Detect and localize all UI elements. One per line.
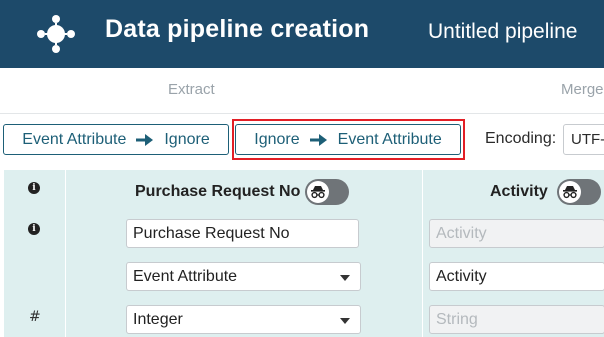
app-root: Data pipeline creation Untitled pipeline… xyxy=(0,0,604,337)
ignore-to-event-attribute-button[interactable]: Ignore Event Attribute xyxy=(235,124,461,155)
column-title: Activity xyxy=(490,183,548,200)
app-title: Data pipeline creation xyxy=(105,15,370,43)
event-attribute-to-ignore-button[interactable]: Event Attribute Ignore xyxy=(3,124,229,155)
data-type-select: String xyxy=(429,305,604,334)
column-purchase-request-no: Purchase Request No Purchase Request No … xyxy=(66,170,422,337)
column-mapping-table: i i # Purchase Request No Purchase Reque… xyxy=(0,170,604,337)
button-from-label: Event Attribute xyxy=(22,130,127,148)
info-icon[interactable]: i xyxy=(28,182,40,194)
info-icon[interactable]: i xyxy=(28,223,40,235)
button-to-label: Ignore xyxy=(164,130,210,148)
app-header: Data pipeline creation Untitled pipeline xyxy=(0,0,604,68)
attribute-type-select[interactable]: Event Attribute xyxy=(126,262,361,291)
arrow-right-icon xyxy=(309,133,327,146)
step-extract[interactable]: Extract xyxy=(168,81,215,98)
select-value: Event Attribute xyxy=(133,268,238,285)
select-value: Integer xyxy=(133,311,183,328)
caret-down-icon xyxy=(340,318,350,324)
column-activity: Activity Activity Activity String xyxy=(423,170,604,337)
data-type-select[interactable]: Integer xyxy=(126,305,361,334)
encoding-select[interactable]: UTF- xyxy=(563,124,604,155)
column-name-input[interactable]: Purchase Request No xyxy=(126,219,359,248)
row-icons-column: i i # xyxy=(4,170,65,337)
toolbar: Event Attribute Ignore Ignore Event Attr… xyxy=(0,114,604,170)
incognito-icon xyxy=(559,181,581,203)
step-merge[interactable]: Merge xyxy=(561,81,604,98)
network-logo-icon xyxy=(37,15,75,53)
button-from-label: Ignore xyxy=(254,130,300,148)
attribute-type-select[interactable]: Activity xyxy=(429,262,604,291)
button-to-label: Event Attribute xyxy=(337,130,442,148)
pipeline-name[interactable]: Untitled pipeline xyxy=(428,20,577,44)
column-name-input: Activity xyxy=(429,219,604,248)
anonymize-toggle[interactable] xyxy=(557,179,601,205)
caret-down-icon xyxy=(340,275,350,281)
anonymize-toggle[interactable] xyxy=(305,179,349,205)
column-title: Purchase Request No xyxy=(135,183,301,200)
encoding-label: Encoding: xyxy=(485,130,557,147)
arrow-right-icon xyxy=(136,133,154,146)
incognito-icon xyxy=(307,181,329,203)
hash-icon: # xyxy=(29,309,41,325)
pipeline-steps: Extract Merge xyxy=(0,68,604,114)
